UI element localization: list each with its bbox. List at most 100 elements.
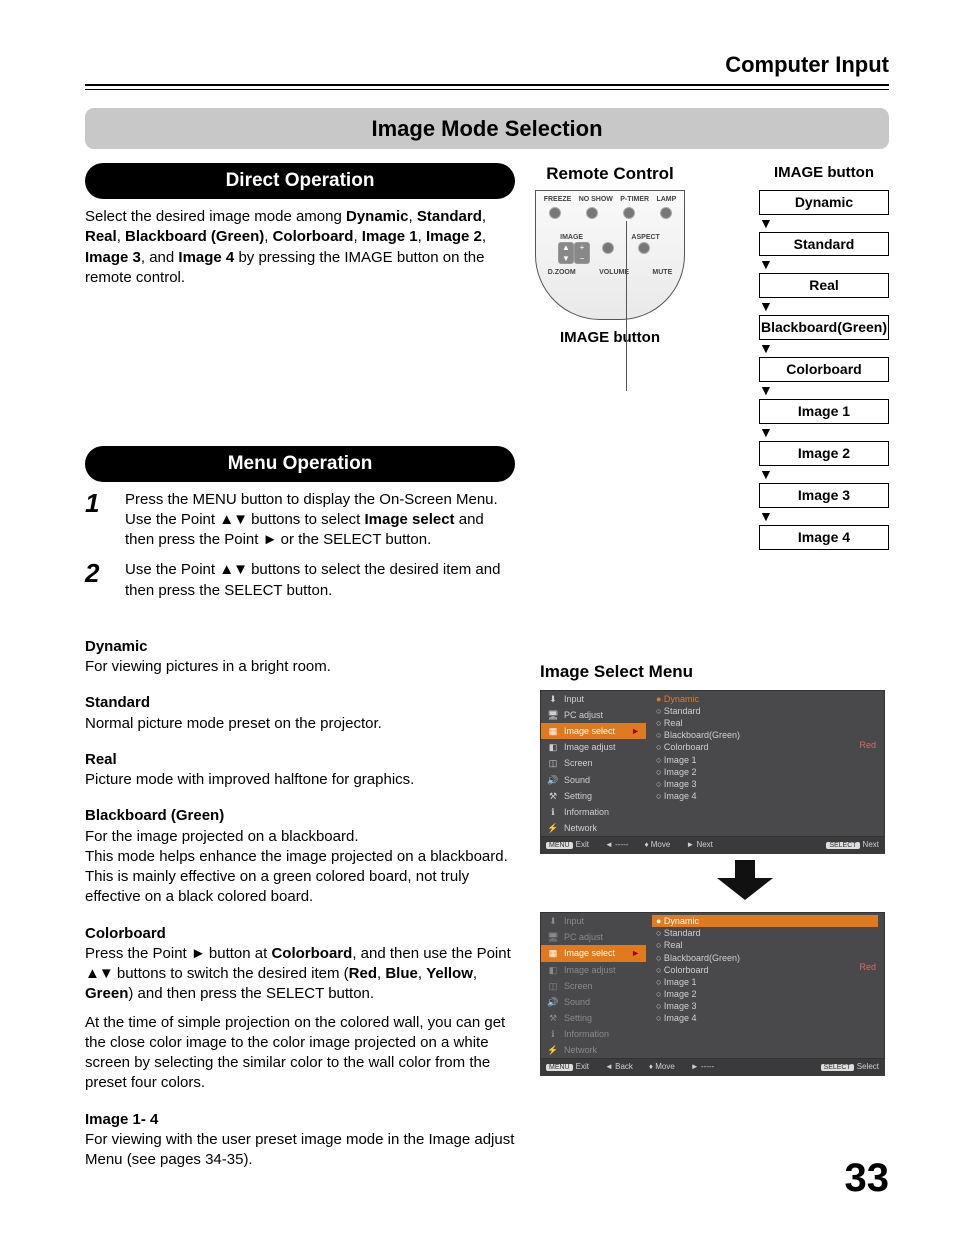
osd-item-label: Information: [564, 1028, 609, 1040]
osd-item-icon: ℹ: [547, 806, 559, 818]
btn-volume: +−: [574, 242, 590, 264]
osd-title: Image Select Menu: [540, 661, 889, 684]
pointer-line: [626, 221, 627, 391]
lbl-freeze: FREEZE: [544, 195, 572, 204]
def-colorboard-p1: Press the Point ► button at Colorboard, …: [85, 944, 520, 1005]
cb-bold: Colorboard: [271, 945, 352, 962]
mode-box: Dynamic: [759, 190, 889, 215]
lbl-lamp: LAMP: [656, 195, 676, 204]
osd-item-icon: 🖥: [547, 709, 559, 721]
down-arrow-icon: ▼: [759, 341, 889, 355]
btn-ptimer: [623, 207, 635, 219]
mode-name: Dynamic: [346, 208, 409, 225]
definition-body: For viewing pictures in a bright room.: [85, 657, 520, 677]
osd-item-icon: 🔊: [547, 996, 559, 1008]
mode-name: Colorboard: [273, 228, 354, 245]
osd-option-row: ○ Colorboard: [652, 964, 878, 976]
osd-item-icon: ⚡: [547, 1044, 559, 1056]
mode-box: Colorboard: [759, 357, 889, 382]
page-number: 33: [845, 1151, 890, 1205]
osd-footer: MENUExit◄ Back♦ Move► -----SELECTSelect: [540, 1059, 885, 1076]
osd-item-label: Information: [564, 806, 609, 818]
osd-screenshot-1: ⬇Input 🖥 PC adjust ▦Image select► ◧ Image adj…: [540, 690, 889, 854]
remote-caption: IMAGE button: [560, 328, 660, 348]
osd-item-label: Image adjust: [564, 741, 616, 753]
mode-name: Blackboard (Green): [125, 228, 264, 245]
down-arrow-icon: ▼: [759, 257, 889, 271]
osd-item-label: Image select: [564, 947, 615, 959]
osd-item-label: Input: [564, 693, 584, 705]
osd-item-label: Network: [564, 1044, 597, 1056]
osd-option-row: ○ Image 4: [652, 1012, 878, 1024]
down-arrow-icon: ▼: [759, 216, 889, 230]
definition-block: StandardNormal picture mode preset on th…: [85, 693, 520, 734]
mode-chain: IMAGE button Dynamic▼Standard▼Real▼Black…: [759, 163, 889, 549]
osd-item-label: PC adjust: [564, 709, 603, 721]
osd-item-icon: ⬇: [547, 915, 559, 927]
btn-image: [602, 242, 614, 254]
osd-item-icon: ◧: [547, 741, 559, 753]
cb-m1: button at: [205, 945, 272, 962]
osd-sidebar-item: ℹ Information: [541, 1026, 646, 1042]
mode-box: Real: [759, 273, 889, 298]
osd-option-row: ○ Blackboard(Green): [652, 952, 878, 964]
osd-item-label: Input: [564, 915, 584, 927]
osd-sidebar-item: 🔊Sound: [541, 994, 646, 1010]
osd-screenshot-2: ⬇Input🖥PC adjust▦Image select►◧Image adj…: [540, 912, 889, 1076]
osd-sidebar-item: ▦Image select►: [541, 723, 646, 739]
osd-item-icon: ℹ: [547, 1028, 559, 1040]
osd-sidebar-item: ◫Screen: [541, 978, 646, 994]
osd-item-icon: ⚡: [547, 822, 559, 834]
mode-box: Standard: [759, 232, 889, 257]
lbl-volume: VOLUME: [599, 268, 629, 277]
definition-body: Normal picture mode preset on the projec…: [85, 714, 520, 734]
osd-sidebar-item: ▦Image select►: [541, 945, 646, 961]
menu-step: 2Use the Point ▲▼ buttons to select the …: [85, 560, 515, 601]
osd-sidebar-item: ⬇ Input: [541, 913, 646, 929]
osd-item-label: Setting: [564, 790, 592, 802]
osd-sidebar-item: ⚒Setting: [541, 1010, 646, 1026]
def-colorboard-p2: At the time of simple projection on the …: [85, 1013, 520, 1094]
osd-option-row: ○ Image 1: [652, 976, 878, 988]
header-section: Computer Input: [85, 50, 889, 84]
osd-option-row: ○ Real: [652, 939, 878, 951]
mode-name: Image 3: [85, 249, 141, 266]
down-arrow-icon: ▼: [759, 383, 889, 397]
osd-sidebar-item: ◧Image adjust: [541, 962, 646, 978]
caret-right-icon: ►: [631, 725, 640, 737]
mode-name: Real: [85, 228, 117, 245]
down-arrow-icon: [600, 860, 889, 906]
osd-option-row: ○ Image 1: [652, 754, 878, 766]
osd-sidebar-item: 🖥 PC adjust: [541, 707, 646, 723]
menu-step: 1Press the MENU button to display the On…: [85, 490, 515, 551]
btn-dzoom: ▲▼: [558, 242, 574, 264]
right-arrow-icon: ►: [191, 945, 205, 962]
osd-item-icon: 🔊: [547, 774, 559, 786]
mode-name: Image 4: [178, 249, 234, 266]
rule-thick: [85, 84, 889, 86]
osd-sidebar-item: ⬇Input: [541, 691, 646, 707]
color-name: Blue: [385, 965, 418, 982]
remote-control-figure: Remote Control FREEZE NO SHOW P-TIMER LA…: [535, 163, 685, 348]
cb-m3: buttons to switch the desired item (: [113, 965, 349, 982]
definition-heading: Standard: [85, 693, 520, 713]
cb-pre: Press the Point: [85, 945, 191, 962]
osd-sidebar-item: ◧ Image adjust: [541, 739, 646, 755]
osd-option-row: ○ Image 3: [652, 778, 878, 790]
osd-item-label: Network: [564, 822, 597, 834]
osd-sidebar-item: ◫Screen: [541, 755, 646, 771]
definition-heading: Dynamic: [85, 637, 520, 657]
osd-sidebar-item: ℹ Information: [541, 804, 646, 820]
osd-option-row: ○ Image 2: [652, 766, 878, 778]
osd-option-row: ○ Image 2: [652, 988, 878, 1000]
caret-right-icon: ►: [631, 947, 640, 959]
direct-op-heading: Direct Operation: [85, 163, 515, 199]
osd-footer: MENUExit◄ -----♦ Move► NextSELECTNext: [540, 837, 885, 854]
osd-item-label: Setting: [564, 1012, 592, 1024]
step-body: Use the Point ▲▼ buttons to select the d…: [125, 560, 515, 601]
osd-sidebar-item: ⚡ Network: [541, 1042, 646, 1058]
mode-box: Image 1: [759, 399, 889, 424]
osd-option-row: ○ Standard: [652, 705, 878, 717]
osd-item-label: Sound: [564, 774, 590, 786]
lbl-ptimer: P-TIMER: [620, 195, 649, 204]
